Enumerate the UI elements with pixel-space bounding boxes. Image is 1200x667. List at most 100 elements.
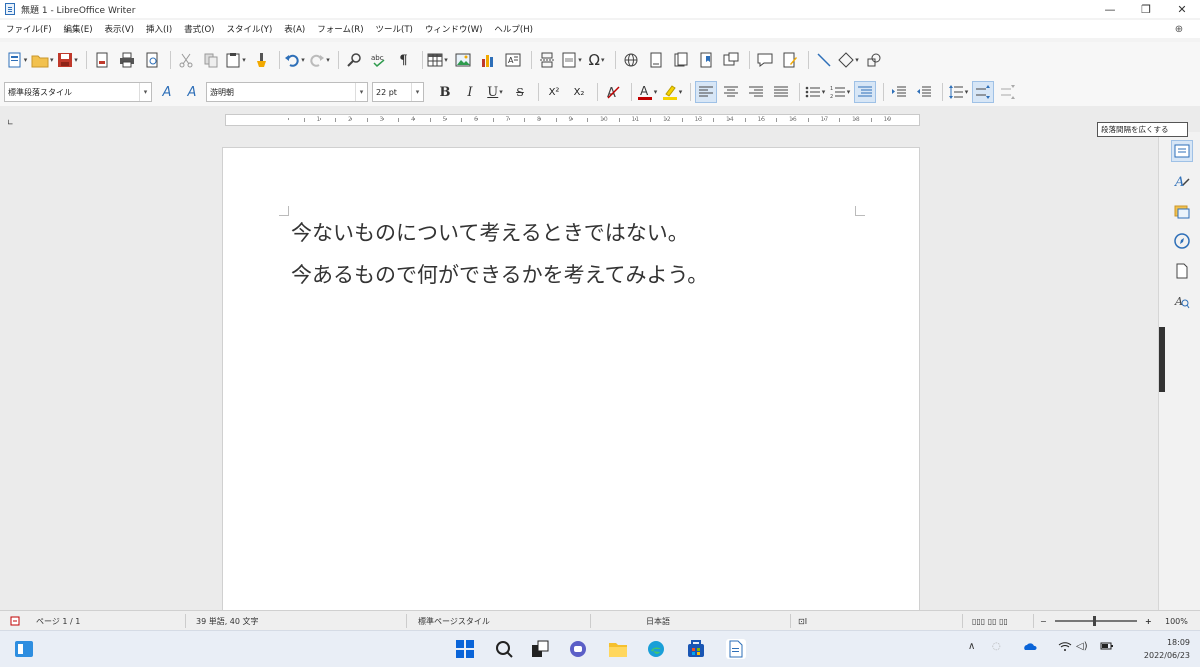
zoom-in-button[interactable]: + — [1145, 611, 1152, 631]
page-number[interactable]: ページ 1 / 1 — [36, 611, 80, 631]
new-style-button[interactable]: A — [181, 81, 203, 103]
view-layout-icon[interactable]: ▯▯▯ ▯▯ ▯▯ — [972, 611, 1008, 631]
insert-line-button[interactable] — [813, 49, 835, 71]
sidebar-styles-button[interactable]: A — [1171, 170, 1193, 192]
menu-help[interactable]: ヘルプ(H) — [494, 23, 533, 35]
outline-list-button[interactable] — [854, 81, 876, 103]
zoom-level[interactable]: 100% — [1165, 611, 1188, 631]
comment-button[interactable] — [754, 49, 776, 71]
volume-icon[interactable]: ◁) — [1076, 641, 1088, 652]
wifi-icon[interactable] — [1058, 641, 1072, 654]
align-right-button[interactable] — [745, 81, 767, 103]
tab-stop-selector[interactable]: ∟ — [7, 118, 14, 127]
update-icon[interactable]: ⊕ — [1168, 21, 1190, 37]
font-color-button[interactable]: A ▾ — [636, 81, 658, 103]
document-page[interactable]: 今ないものについて考えるときではない。 今あるもので何ができるかを考えてみよう。 — [222, 147, 920, 610]
insert-table-button[interactable]: ▾ — [427, 49, 449, 71]
document-language[interactable]: 日本語 — [646, 611, 670, 631]
start-windows-icon[interactable] — [455, 639, 475, 659]
file-explorer-icon[interactable] — [608, 639, 628, 659]
sidebar-collapse-handle[interactable] — [1159, 327, 1165, 392]
tray-app-icon[interactable]: ◌ — [992, 641, 1001, 652]
signature-icon[interactable] — [10, 611, 20, 631]
menu-tools[interactable]: ツール(T) — [376, 23, 413, 35]
menu-edit[interactable]: 編集(E) — [64, 23, 93, 35]
menu-insert[interactable]: 挿入(I) — [146, 23, 172, 35]
save-button[interactable]: ▾ — [57, 49, 79, 71]
libreoffice-writer-taskbar-icon[interactable] — [726, 639, 746, 659]
superscript-button[interactable]: X² — [543, 81, 565, 103]
chat-icon[interactable] — [568, 639, 588, 659]
basic-shapes-button[interactable]: ▾ — [838, 49, 860, 71]
track-changes-button[interactable] — [779, 49, 801, 71]
paragraph[interactable]: 今ないものについて考えるときではない。 — [291, 212, 708, 254]
undo-button[interactable]: ▾ — [284, 49, 306, 71]
endnote-button[interactable] — [670, 49, 692, 71]
paragraph-style-select[interactable]: 標準段落スタイル ▾ — [4, 82, 152, 102]
justify-button[interactable] — [770, 81, 792, 103]
italic-button[interactable]: I — [459, 81, 481, 103]
print-button[interactable] — [116, 49, 138, 71]
spelling-button[interactable]: abc — [368, 49, 390, 71]
formatting-marks-button[interactable]: ¶ — [393, 49, 415, 71]
page-break-button[interactable] — [536, 49, 558, 71]
subscript-button[interactable]: X₂ — [568, 81, 590, 103]
redo-button[interactable]: ▾ — [309, 49, 331, 71]
underline-button[interactable]: U ▾ — [484, 81, 506, 103]
print-preview-button[interactable] — [141, 49, 163, 71]
cut-button[interactable] — [175, 49, 197, 71]
sidebar-gallery-button[interactable] — [1171, 200, 1193, 222]
font-name-select[interactable]: 游明朝 ▾ — [206, 82, 368, 102]
paste-button[interactable]: ▾ — [225, 49, 247, 71]
export-pdf-button[interactable] — [91, 49, 113, 71]
insert-image-button[interactable] — [452, 49, 474, 71]
insert-chart-button[interactable] — [477, 49, 499, 71]
sidebar-properties-button[interactable] — [1171, 140, 1193, 162]
align-left-button[interactable] — [695, 81, 717, 103]
increase-paragraph-spacing-button[interactable] — [972, 81, 994, 103]
new-document-button[interactable]: ▾ — [6, 49, 28, 71]
menu-window[interactable]: ウィンドウ(W) — [425, 23, 483, 35]
update-style-button[interactable]: A — [156, 81, 178, 103]
footnote-button[interactable] — [645, 49, 667, 71]
menu-format[interactable]: 書式(O) — [184, 23, 214, 35]
menu-table[interactable]: 表(A) — [284, 23, 305, 35]
word-count[interactable]: 39 単語, 40 文字 — [196, 611, 259, 631]
battery-icon[interactable] — [1100, 641, 1114, 654]
page-style[interactable]: 標準ページスタイル — [418, 611, 490, 631]
close-button[interactable]: ✕ — [1164, 0, 1200, 18]
horizontal-ruler[interactable]: 1 2 3 4 5 6 7 8 9 10 11 12 13 14 15 16 17 18 19 — [225, 114, 920, 126]
zoom-slider-track[interactable] — [1055, 620, 1137, 622]
highlight-button[interactable]: ▾ — [661, 81, 683, 103]
bold-button[interactable]: B — [434, 81, 456, 103]
find-replace-button[interactable] — [343, 49, 365, 71]
decrease-indent-button[interactable] — [913, 81, 935, 103]
insert-field-button[interactable]: ▾ — [561, 49, 583, 71]
open-button[interactable]: ▾ — [31, 49, 54, 71]
unordered-list-button[interactable]: ▾ — [804, 81, 826, 103]
zoom-slider-thumb[interactable] — [1093, 616, 1096, 626]
copy-button[interactable] — [200, 49, 222, 71]
bookmark-button[interactable] — [695, 49, 717, 71]
minimize-button[interactable]: — — [1092, 0, 1128, 18]
decrease-paragraph-spacing-button[interactable] — [997, 81, 1019, 103]
paragraph[interactable]: 今あるもので何ができるかを考えてみよう。 — [291, 254, 708, 296]
ordered-list-button[interactable]: 1 2 ▾ — [829, 81, 851, 103]
align-center-button[interactable] — [720, 81, 742, 103]
font-size-select[interactable]: 22 pt ▾ — [372, 82, 424, 102]
strikethrough-button[interactable]: S — [509, 81, 531, 103]
cross-reference-button[interactable] — [720, 49, 742, 71]
hyperlink-button[interactable] — [620, 49, 642, 71]
menu-form[interactable]: フォーム(R) — [317, 23, 363, 35]
onedrive-icon[interactable] — [1023, 641, 1037, 654]
search-icon[interactable] — [494, 639, 514, 659]
menu-styles[interactable]: スタイル(Y) — [226, 23, 272, 35]
increase-indent-button[interactable] — [888, 81, 910, 103]
insert-mode-icon[interactable]: ⊡I — [798, 611, 807, 631]
document-body[interactable]: 今ないものについて考えるときではない。 今あるもので何ができるかを考えてみよう。 — [291, 212, 708, 296]
taskbar-clock[interactable]: 18:09 2022/06/23 — [1144, 636, 1190, 662]
edge-browser-icon[interactable] — [646, 639, 666, 659]
line-spacing-button[interactable]: ▾ — [947, 81, 969, 103]
sidebar-navigator-button[interactable] — [1171, 230, 1193, 252]
special-character-button[interactable]: Ω ▾ — [586, 49, 608, 71]
